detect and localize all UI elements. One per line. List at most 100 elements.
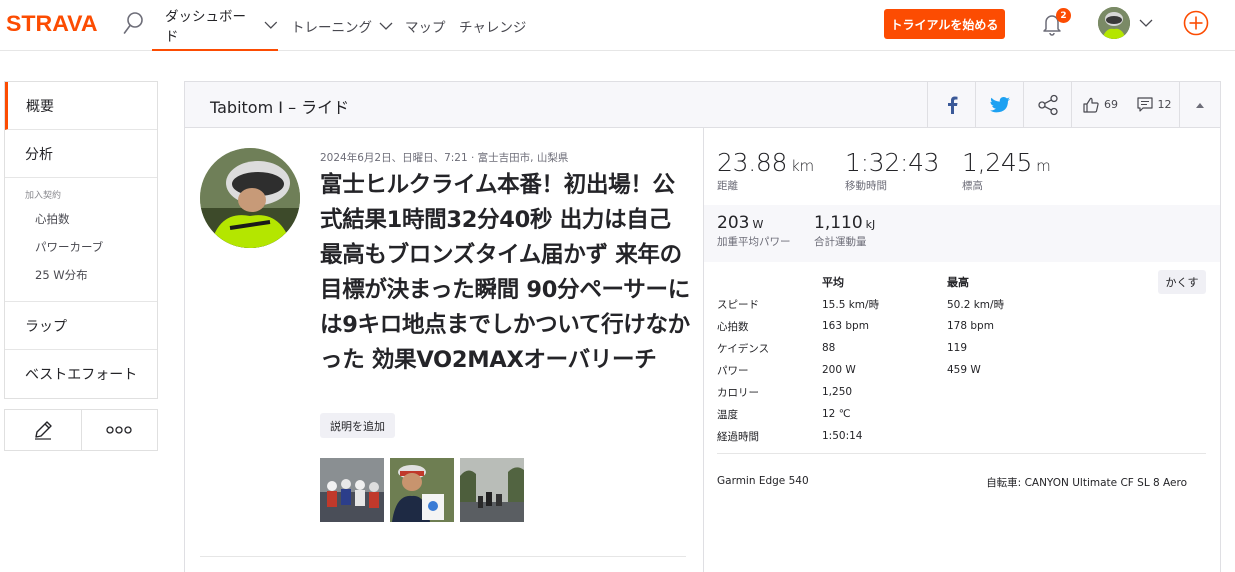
- collapse-button[interactable]: [1179, 82, 1220, 127]
- pencil-icon: [34, 421, 52, 440]
- search-icon[interactable]: [123, 11, 145, 35]
- sidebar-item-label: 分析: [25, 146, 53, 163]
- column-header-avg: 平均: [822, 276, 844, 289]
- divider: [717, 453, 1206, 454]
- photo-thumbnail[interactable]: [320, 458, 384, 522]
- stat-moving-time: 1:32:43 移動時間: [845, 148, 962, 193]
- row-max: 119: [947, 342, 968, 354]
- table-row: ケイデンス 88 119: [717, 337, 1207, 359]
- strava-logo[interactable]: STRAVA: [6, 11, 98, 37]
- column-header-max: 最高: [947, 276, 969, 289]
- kudos-button[interactable]: 69: [1071, 82, 1129, 127]
- table-row: 経過時間 1:50:14: [717, 425, 1207, 447]
- activity-title: 富士ヒルクライム本番！初出場！公式結果1時間32分40秒 出力は自己最高もブロン…: [320, 172, 690, 374]
- facebook-icon: [947, 96, 957, 114]
- nav-training[interactable]: トレーニング: [291, 0, 393, 51]
- row-label: カロリー: [717, 386, 759, 399]
- twitter-icon: [989, 96, 1010, 112]
- row-avg: 12 ℃: [822, 408, 851, 420]
- nav-dashboard-label: ダッシュボード: [165, 8, 246, 45]
- stat-distance: 23.88 km 距離: [717, 148, 845, 193]
- activity-stats: 23.88 km 距離 1:32:43 移動時間 1,245 m 標高 203 W 加…: [704, 128, 1220, 572]
- stat-unit: m: [1036, 157, 1051, 175]
- comment-icon: [1136, 97, 1153, 112]
- nav-maps[interactable]: マップ: [405, 0, 446, 51]
- hide-stats-button[interactable]: かくす: [1158, 270, 1206, 294]
- activity-header: Tabitom I – ライド 69 12: [185, 82, 1220, 128]
- sidebar-item-label: ベストエフォート: [25, 367, 138, 383]
- row-max: 50.2 km/時: [947, 298, 1005, 311]
- stats-table-header: 平均 最高: [717, 270, 1207, 290]
- stat-label: 加重平均パワー: [717, 236, 791, 248]
- comments-button[interactable]: 12: [1129, 82, 1179, 127]
- stat-value: 1,110: [814, 213, 863, 233]
- nav-maps-label: マップ: [405, 19, 446, 36]
- chevron-down-icon: [379, 22, 393, 30]
- row-avg: 88: [822, 342, 836, 354]
- athlete-photo-image: [200, 148, 300, 248]
- caret-up-icon: [1196, 102, 1204, 108]
- nav-dashboard[interactable]: ダッシュボード: [152, 0, 278, 51]
- row-label: 温度: [717, 408, 738, 421]
- nav-challenges[interactable]: チャレンジ: [459, 0, 526, 51]
- row-avg: 200 W: [822, 364, 856, 376]
- subscription-heading: 加入契約: [25, 191, 62, 201]
- stat-value: 23.88: [717, 148, 788, 177]
- bike-name[interactable]: 自転車: CANYON Ultimate CF SL 8 Aero: [986, 475, 1187, 490]
- sidebar-item-label: ラップ: [25, 318, 67, 335]
- stat-label: 移動時間: [845, 180, 887, 192]
- avatar[interactable]: [1098, 7, 1130, 39]
- sidebar-item-best-efforts[interactable]: ベストエフォート: [5, 350, 157, 398]
- nav-training-label: トレーニング: [291, 19, 372, 36]
- chevron-down-icon: [264, 21, 278, 29]
- sidebar-item-overview[interactable]: 概要: [5, 82, 157, 130]
- share-button[interactable]: [1023, 82, 1071, 127]
- sidebar-tools: [4, 409, 158, 451]
- photo-image: [320, 458, 384, 522]
- activity-summary: 2024年6月2日、日曜日、7:21 · 富士吉田市, 山梨県 富士ヒルクライム…: [185, 128, 704, 572]
- more-options-button[interactable]: [80, 410, 158, 450]
- sidebar-item-analysis[interactable]: 分析: [5, 130, 157, 178]
- photo-thumbnail[interactable]: [460, 458, 524, 522]
- sidebar-item-power-curve[interactable]: パワーカーブ: [5, 233, 157, 261]
- stat-unit: km: [791, 157, 814, 175]
- edit-button[interactable]: [5, 410, 81, 450]
- sidebar-item-power-distribution[interactable]: 25 W分布: [5, 261, 157, 289]
- table-row: 心拍数 163 bpm 178 bpm: [717, 315, 1207, 337]
- row-label: パワー: [717, 364, 749, 377]
- header-actions: 69 12: [927, 82, 1220, 127]
- top-nav: STRAVA ダッシュボード トレーニング マップ チャレンジ トライアルを始め…: [0, 0, 1235, 51]
- start-trial-button[interactable]: トライアルを始める: [884, 9, 1005, 39]
- athlete-avatar[interactable]: [200, 148, 300, 248]
- stats-table: 平均 最高 スピード 15.5 km/時 50.2 km/時 心拍数 163 b…: [717, 270, 1207, 447]
- share-facebook-button[interactable]: [927, 82, 975, 127]
- row-label: 心拍数: [717, 320, 749, 333]
- photo-image: [460, 458, 524, 522]
- activity-header-title: Tabitom I – ライド: [210, 98, 350, 117]
- primary-stats: 23.88 km 距離 1:32:43 移動時間 1,245 m 標高: [717, 148, 1082, 193]
- photo-image: [390, 458, 454, 522]
- add-description-button[interactable]: 説明を追加: [320, 413, 395, 438]
- kudos-count: 69: [1104, 98, 1118, 111]
- row-avg: 15.5 km/時: [822, 298, 880, 311]
- sidebar-item-heart-rate[interactable]: 心拍数: [5, 205, 157, 233]
- stat-label: 標高: [962, 180, 983, 192]
- stat-unit: kJ: [865, 218, 876, 231]
- share-icon: [1037, 94, 1058, 115]
- stat-label: 距離: [717, 180, 738, 192]
- stat-label: 合計運動量: [814, 236, 867, 248]
- notification-badge: 2: [1056, 8, 1071, 23]
- sidebar-item-label: 概要: [26, 98, 54, 115]
- photo-thumbnail[interactable]: [390, 458, 454, 522]
- row-max: 178 bpm: [947, 320, 994, 332]
- row-label: 経過時間: [717, 430, 759, 443]
- row-label: ケイデンス: [717, 342, 770, 355]
- sidebar-item-laps[interactable]: ラップ: [5, 302, 157, 350]
- secondary-stats: 203 W 加重平均パワー 1,110 kJ 合計運動量: [717, 213, 934, 249]
- share-twitter-button[interactable]: [975, 82, 1023, 127]
- sidebar-subscription-group: 加入契約 心拍数 パワーカーブ 25 W分布: [5, 178, 157, 302]
- nav-challenges-label: チャレンジ: [459, 19, 527, 36]
- add-icon[interactable]: [1183, 10, 1209, 36]
- table-row: スピード 15.5 km/時 50.2 km/時: [717, 293, 1207, 315]
- chevron-down-icon[interactable]: [1139, 18, 1153, 28]
